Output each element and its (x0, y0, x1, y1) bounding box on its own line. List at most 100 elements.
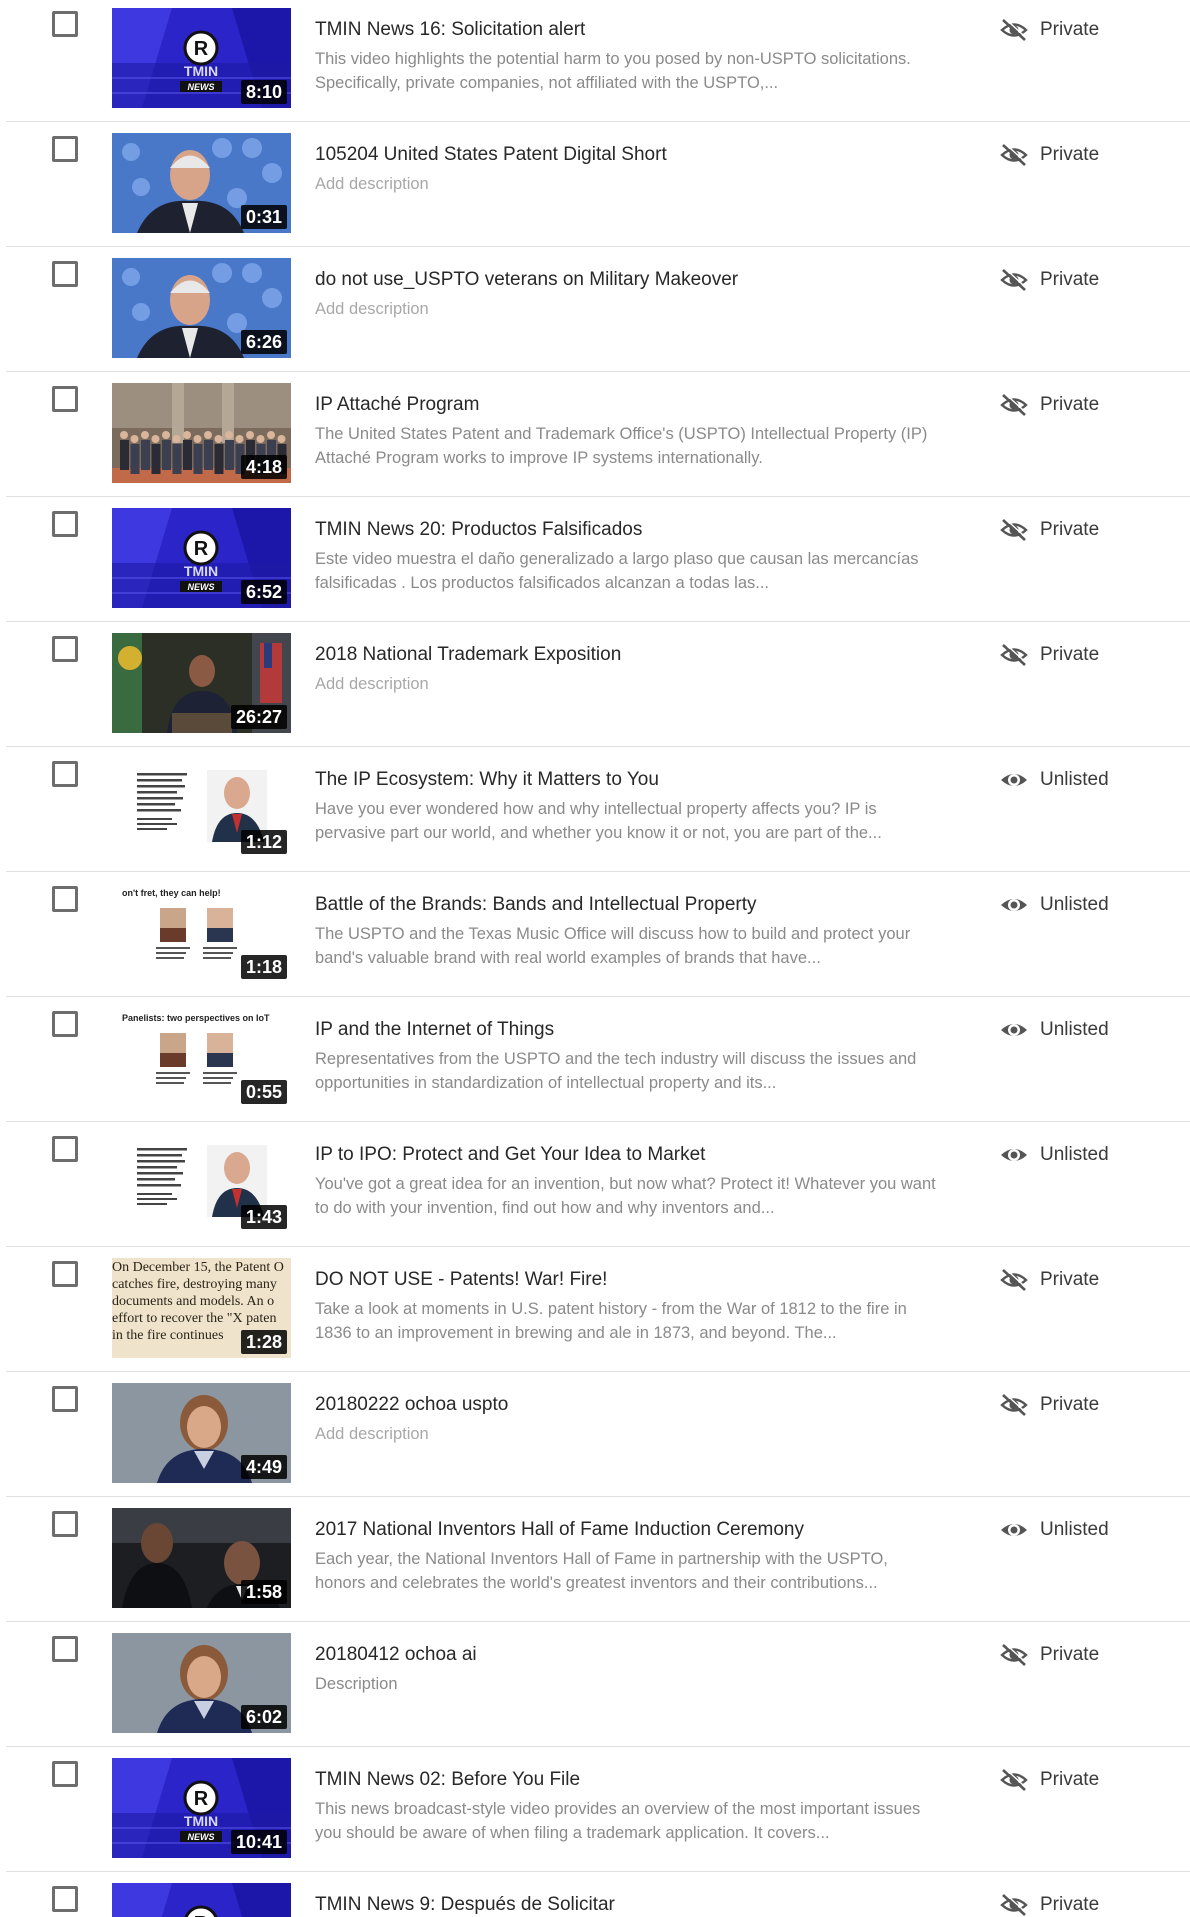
select-checkbox[interactable] (52, 1136, 78, 1162)
add-description-link[interactable]: Add description (315, 672, 940, 696)
visibility-selector[interactable]: Private (999, 1391, 1099, 1419)
visibility-selector[interactable]: Private (999, 391, 1099, 419)
video-duration: 4:18 (240, 455, 287, 479)
video-row[interactable]: 4:18 IP Attaché Program The United State… (6, 375, 1190, 497)
visibility-selector[interactable]: Private (999, 641, 1099, 669)
video-thumbnail[interactable]: 4:49 (112, 1383, 291, 1483)
video-thumbnail[interactable]: on't fret, they can help! 1:18 (112, 883, 291, 983)
thumbnail-art: R TMIN NEWS (112, 1883, 291, 1917)
video-thumbnail[interactable]: 4:18 (112, 383, 291, 483)
visibility-selector[interactable]: Unlisted (999, 1516, 1109, 1544)
video-thumbnail[interactable]: R TMIN NEWS 6:52 (112, 508, 291, 608)
video-title[interactable]: 2017 National Inventors Hall of Fame Ind… (315, 1518, 804, 1542)
visibility-selector[interactable]: Private (999, 1641, 1099, 1669)
video-title[interactable]: Battle of the Brands: Bands and Intellec… (315, 893, 757, 917)
select-checkbox[interactable] (52, 261, 78, 287)
video-row[interactable]: Panelists: two perspectives on IoT 0:55 … (6, 1000, 1190, 1122)
video-thumbnail[interactable]: R TMIN NEWS 8:10 (112, 8, 291, 108)
video-title[interactable]: TMIN News 02: Before You File (315, 1768, 580, 1792)
video-thumbnail[interactable]: 0:31 (112, 133, 291, 233)
video-title[interactable]: TMIN News 16: Solicitation alert (315, 18, 585, 42)
visibility-selector[interactable]: Private (999, 1266, 1099, 1294)
video-row[interactable]: R TMIN NEWS 8:10 TMIN News 16: Solicitat… (6, 0, 1190, 122)
video-title[interactable]: TMIN News 9: Después de Solicitar (315, 1893, 615, 1917)
visibility-selector[interactable]: Private (999, 141, 1099, 169)
select-checkbox[interactable] (52, 636, 78, 662)
select-checkbox[interactable] (52, 1386, 78, 1412)
visibility-selector[interactable]: Unlisted (999, 1016, 1109, 1044)
select-checkbox[interactable] (52, 1636, 78, 1662)
video-title[interactable]: 105204 United States Patent Digital Shor… (315, 143, 667, 167)
video-row[interactable]: 6:26 do not use_USPTO veterans on Milita… (6, 250, 1190, 372)
video-title[interactable]: IP to IPO: Protect and Get Your Idea to … (315, 1143, 705, 1167)
video-description: Each year, the National Inventors Hall o… (315, 1550, 888, 1592)
video-row[interactable]: 26:27 2018 National Trademark Exposition… (6, 625, 1190, 747)
video-title[interactable]: DO NOT USE - Patents! War! Fire! (315, 1268, 607, 1292)
video-description: The USPTO and the Texas Music Office wil… (315, 925, 911, 967)
video-row[interactable]: 0:31 105204 United States Patent Digital… (6, 125, 1190, 247)
video-thumbnail[interactable]: On December 15, the Patent O catches fire… (112, 1258, 291, 1358)
video-thumbnail[interactable]: R TMIN NEWS (112, 1883, 291, 1917)
select-checkbox[interactable] (52, 886, 78, 912)
visibility-selector[interactable]: Unlisted (999, 1141, 1109, 1169)
video-thumbnail[interactable]: 6:26 (112, 258, 291, 358)
eye-off-icon (999, 268, 1029, 292)
visibility-selector[interactable]: Unlisted (999, 766, 1109, 794)
video-row[interactable]: R TMIN NEWS TMIN News 9: Después de Soli… (6, 1875, 1190, 1917)
eye-off-icon (999, 1268, 1029, 1292)
video-title[interactable]: 20180412 ochoa ai (315, 1643, 477, 1667)
video-duration: 8:10 (240, 80, 287, 104)
select-checkbox[interactable] (52, 761, 78, 787)
video-duration: 26:27 (230, 705, 287, 729)
video-title[interactable]: IP Attaché Program (315, 393, 479, 417)
eye-icon (999, 1018, 1029, 1042)
video-row[interactable]: 1:58 2017 National Inventors Hall of Fam… (6, 1500, 1190, 1622)
video-row[interactable]: 1:12 The IP Ecosystem: Why it Matters to… (6, 750, 1190, 872)
select-checkbox[interactable] (52, 386, 78, 412)
visibility-selector[interactable]: Private (999, 16, 1099, 44)
select-checkbox[interactable] (52, 1761, 78, 1787)
add-description-link[interactable]: Add description (315, 1422, 940, 1446)
video-row[interactable]: on't fret, they can help! 1:18 Battle of… (6, 875, 1190, 997)
video-title[interactable]: The IP Ecosystem: Why it Matters to You (315, 768, 659, 792)
video-thumbnail[interactable]: 1:43 (112, 1133, 291, 1233)
select-checkbox[interactable] (52, 1511, 78, 1537)
visibility-selector[interactable]: Private (999, 266, 1099, 294)
select-checkbox[interactable] (52, 511, 78, 537)
video-row[interactable]: 1:43 IP to IPO: Protect and Get Your Ide… (6, 1125, 1190, 1247)
video-title[interactable]: do not use_USPTO veterans on Military Ma… (315, 268, 738, 292)
visibility-label: Unlisted (1040, 769, 1109, 790)
visibility-label: Private (1040, 1894, 1100, 1915)
video-thumbnail[interactable]: Panelists: two perspectives on IoT 0:55 (112, 1008, 291, 1108)
video-description: This video highlights the potential harm… (315, 50, 911, 92)
video-thumbnail[interactable]: 26:27 (112, 633, 291, 733)
video-title[interactable]: 2018 National Trademark Exposition (315, 643, 621, 667)
visibility-selector[interactable]: Private (999, 516, 1099, 544)
visibility-label: Private (1040, 644, 1100, 665)
select-checkbox[interactable] (52, 1261, 78, 1287)
video-description: Take a look at moments in U.S. patent hi… (315, 1300, 907, 1342)
video-thumbnail[interactable]: 1:58 (112, 1508, 291, 1608)
video-title[interactable]: 20180222 ochoa uspto (315, 1393, 508, 1417)
video-title[interactable]: IP and the Internet of Things (315, 1018, 554, 1042)
visibility-selector[interactable]: Private (999, 1891, 1099, 1917)
video-title[interactable]: TMIN News 20: Productos Falsificados (315, 518, 642, 542)
select-checkbox[interactable] (52, 1886, 78, 1912)
visibility-selector[interactable]: Private (999, 1766, 1099, 1794)
video-thumbnail[interactable]: 6:02 (112, 1633, 291, 1733)
video-row[interactable]: R TMIN NEWS 10:41 TMIN News 02: Before Y… (6, 1750, 1190, 1872)
video-row[interactable]: 6:02 20180412 ochoa ai Description Priva… (6, 1625, 1190, 1747)
add-description-link[interactable]: Add description (315, 297, 940, 321)
video-row[interactable]: R TMIN NEWS 6:52 TMIN News 20: Productos… (6, 500, 1190, 622)
visibility-label: Private (1040, 1644, 1100, 1665)
add-description-link[interactable]: Add description (315, 172, 940, 196)
video-thumbnail[interactable]: R TMIN NEWS 10:41 (112, 1758, 291, 1858)
video-row[interactable]: On December 15, the Patent O catches fire… (6, 1250, 1190, 1372)
video-thumbnail[interactable]: 1:12 (112, 758, 291, 858)
select-checkbox[interactable] (52, 136, 78, 162)
video-row[interactable]: 4:49 20180222 ochoa uspto Add descriptio… (6, 1375, 1190, 1497)
visibility-selector[interactable]: Unlisted (999, 891, 1109, 919)
svg-text:documents and models. An o: documents and models. An o (112, 1294, 274, 1309)
select-checkbox[interactable] (52, 11, 78, 37)
select-checkbox[interactable] (52, 1011, 78, 1037)
